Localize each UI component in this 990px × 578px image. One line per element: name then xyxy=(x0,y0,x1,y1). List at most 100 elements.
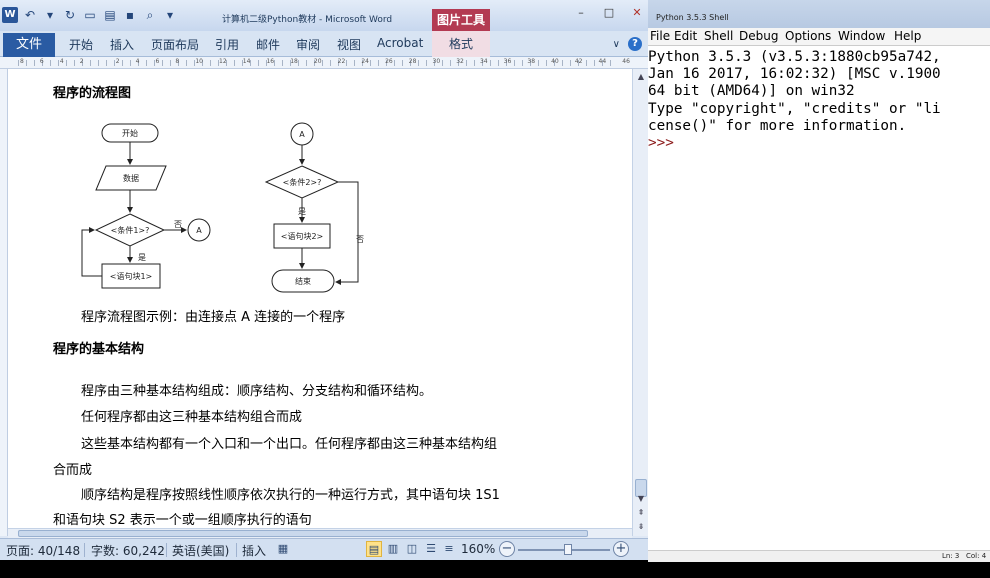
minimize-ribbon-icon[interactable]: ∨ xyxy=(613,39,620,50)
horizontal-ruler[interactable]: 8 6 4 2 2 4 6 8 10 12 14 16 18 20 22 24 26 28 30 32 34 36 38 40… xyxy=(0,57,648,69)
tab-insert[interactable]: 插入 xyxy=(110,36,134,53)
macro-record-icon[interactable]: ▦ xyxy=(275,541,291,557)
ruler-number: 24 xyxy=(361,58,369,65)
zoom-slider[interactable] xyxy=(518,544,610,555)
menu-file[interactable]: File xyxy=(650,29,670,43)
vertical-ruler[interactable] xyxy=(0,69,8,536)
word-count[interactable]: 字数: 60,242 xyxy=(91,542,165,559)
ruler-number: 18 xyxy=(290,58,298,65)
tab-mailings[interactable]: 邮件 xyxy=(256,36,280,53)
ruler-number: 38 xyxy=(527,58,536,65)
redo-icon[interactable]: ↻ xyxy=(62,7,78,23)
ruler-number: 4 xyxy=(135,58,140,65)
menu-shell[interactable]: Shell xyxy=(704,29,733,43)
picture-tools-header: 图片工具 xyxy=(432,9,490,31)
heading-basic-structure: 程序的基本结构 xyxy=(53,342,145,357)
vertical-scrollbar[interactable]: ▲ ▼ ⇞ ⇟ xyxy=(632,69,648,536)
condition2-label: <条件2>? xyxy=(283,177,322,187)
tab-review[interactable]: 审阅 xyxy=(296,36,320,53)
ruler-number: 20 xyxy=(313,58,322,65)
new-document-icon[interactable]: ▭ xyxy=(82,7,98,23)
ruler-number: 32 xyxy=(456,58,464,65)
divider xyxy=(166,543,167,557)
ruler-number: 12 xyxy=(219,58,227,65)
tab-file[interactable]: 文件 xyxy=(3,33,55,57)
shell-line: cense()" for more information. xyxy=(648,117,907,134)
web-layout-icon[interactable]: ◫ xyxy=(404,541,420,557)
tab-format[interactable]: 格式 xyxy=(432,31,490,57)
zoom-slider-thumb[interactable] xyxy=(564,544,573,555)
print-preview-icon[interactable]: ⌕ xyxy=(142,7,158,23)
print-layout-icon[interactable]: ▤ xyxy=(366,541,382,557)
minimize-icon[interactable]: – xyxy=(574,6,588,20)
paragraph-1: 程序由三种基本结构组成：顺序结构、分支结构和循环结构。 xyxy=(81,384,433,399)
tab-acrobat[interactable]: Acrobat xyxy=(377,36,423,50)
flowchart-figure[interactable]: 开始 数据 <条件1>? 否 A 是 <语句块1> A <条件2>? 是 <语句… xyxy=(68,114,388,304)
horizontal-scrollbar[interactable] xyxy=(8,528,632,538)
tab-references[interactable]: 引用 xyxy=(215,36,239,53)
ruler-number: 28 xyxy=(408,58,417,65)
block2-label: <语句块2> xyxy=(281,231,324,241)
tab-home[interactable]: 开始 xyxy=(69,36,93,53)
menu-debug[interactable]: Debug xyxy=(739,29,778,43)
insert-mode[interactable]: 插入 xyxy=(242,542,266,559)
word-app-icon[interactable]: W xyxy=(2,7,18,23)
menu-options[interactable]: Options xyxy=(785,29,831,43)
zoom-out-icon[interactable]: − xyxy=(499,541,515,557)
ruler-number: 10 xyxy=(195,58,203,65)
ruler-number: 14 xyxy=(242,58,251,65)
next-page-icon[interactable]: ⇟ xyxy=(635,521,647,533)
paragraph-2: 任何程序都由这三种基本结构组合而成 xyxy=(81,410,303,425)
status-bar: 页面: 40/148 字数: 60,242 英语(美国) 插入 ▦ ▤ ▥ ◫ … xyxy=(0,538,648,560)
page-count[interactable]: 页面: 40/148 xyxy=(6,542,80,559)
ruler-number: 40 xyxy=(551,58,559,65)
ruler-number: 8 xyxy=(175,58,180,65)
ruler-number: 26 xyxy=(385,58,393,65)
previous-page-icon[interactable]: ⇞ xyxy=(635,507,647,519)
tab-page-layout[interactable]: 页面布局 xyxy=(151,36,199,53)
line-number: Ln: 3 xyxy=(942,552,960,560)
window-controls: – □ ✕ xyxy=(574,6,644,20)
scroll-down-icon[interactable]: ▼ xyxy=(635,493,647,505)
outline-icon[interactable]: ☰ xyxy=(423,541,439,557)
shell-title: Python 3.5.3 Shell xyxy=(656,13,729,22)
menu-window[interactable]: Window xyxy=(838,29,885,43)
document-page[interactable]: 程序的流程图 开始 数据 <条件1>? 否 A 是 <语句块1> A <条件2>… xyxy=(8,69,632,536)
data-label: 数据 xyxy=(123,173,139,183)
full-screen-reading-icon[interactable]: ▥ xyxy=(385,541,401,557)
ruler-number: 42 xyxy=(574,58,583,65)
word-titlebar: W ↶ ▾ ↻ ▭ ▤ ▪ ⌕ ▾ 计算机二级Python教材 - Micros… xyxy=(0,0,648,31)
horizontal-scrollbar-thumb[interactable] xyxy=(18,530,588,537)
shell-output[interactable]: Python 3.5.3 (v3.5.3:1880cb95a742, Jan 16… xyxy=(648,49,990,152)
maximize-icon[interactable]: □ xyxy=(602,6,616,20)
scroll-up-icon[interactable]: ▲ xyxy=(635,71,647,83)
shell-line: Python 3.5.3 (v3.5.3:1880cb95a742, xyxy=(648,49,941,65)
shell-prompt[interactable]: >>> xyxy=(648,135,990,152)
shell-line: Jan 16 2017, 16:02:32) [MSC v.1900 xyxy=(648,66,941,83)
menu-edit[interactable]: Edit xyxy=(674,29,697,43)
close-icon[interactable]: ✕ xyxy=(630,6,644,20)
connector-a2-label: A xyxy=(299,130,305,139)
dropdown-icon[interactable]: ▾ xyxy=(42,7,58,23)
column-number: Col: 4 xyxy=(966,552,987,560)
language[interactable]: 英语(美国) xyxy=(172,542,229,559)
zoom-in-icon[interactable]: + xyxy=(613,541,629,557)
undo-icon[interactable]: ↶ xyxy=(22,7,38,23)
ruler-number: 8 xyxy=(20,58,24,65)
open-icon[interactable]: ▤ xyxy=(102,7,118,23)
tab-view[interactable]: 视图 xyxy=(337,36,361,53)
customize-qat-icon[interactable]: ▾ xyxy=(162,7,178,23)
help-icon[interactable]: ? xyxy=(628,37,642,51)
paragraph-4-line2: 和语句块 S2 表示一个或一组顺序执行的语句 xyxy=(53,513,312,528)
draft-icon[interactable]: ≡ xyxy=(441,541,457,557)
divider xyxy=(84,543,85,557)
window-title: 计算机二级Python教材 - Microsoft Word xyxy=(222,15,393,25)
ruler-number: 44 xyxy=(598,58,607,65)
menu-help[interactable]: Help xyxy=(894,29,921,43)
save-icon[interactable]: ▪ xyxy=(122,7,138,23)
ruler-number: 22 xyxy=(337,58,346,65)
paragraph-4-line1: 顺序结构是程序按照线性顺序依次执行的一种运行方式，其中语句块 1S1 xyxy=(81,488,500,503)
zoom-level[interactable]: 160% xyxy=(461,542,495,556)
ruler-number: 36 xyxy=(503,58,512,65)
ruler-numbers: 8 6 4 2 2 4 6 8 10 12 14 16 18 20 22 24 26 28 30 32 34 36 38 40… xyxy=(20,58,630,65)
